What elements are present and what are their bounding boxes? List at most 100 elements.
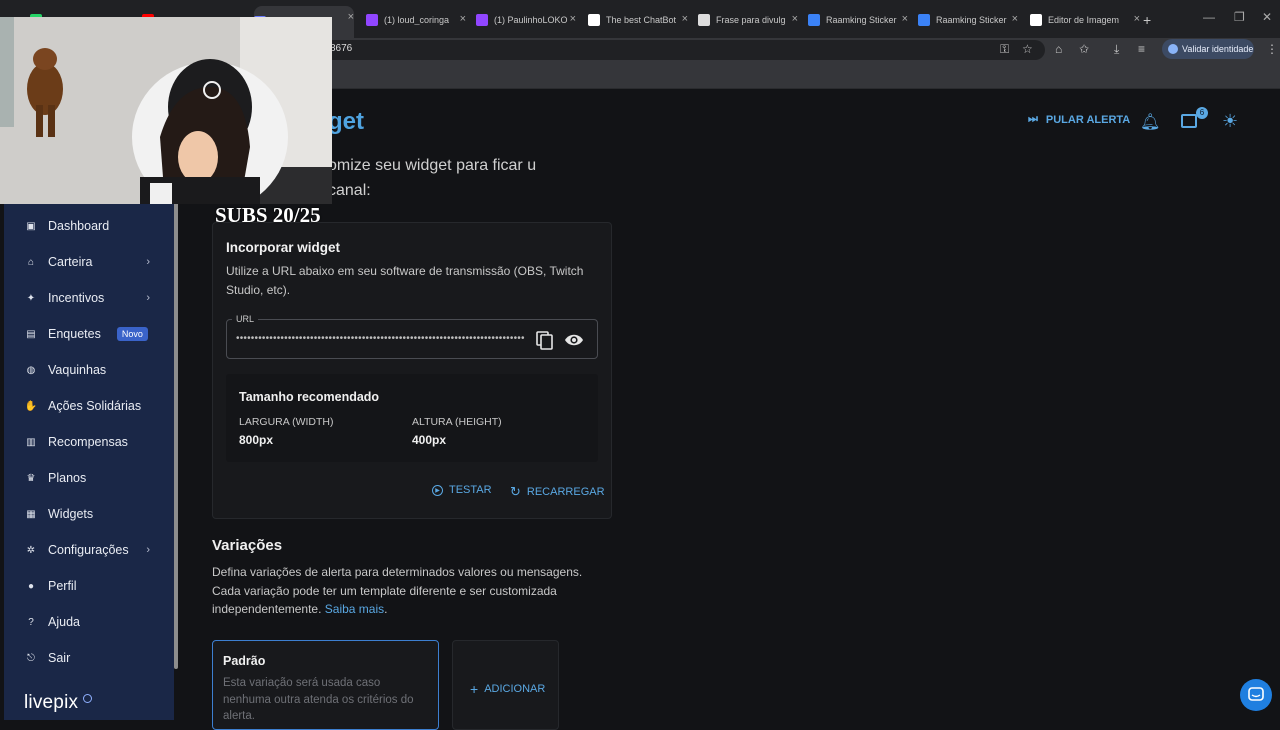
openai-icon [698, 14, 710, 26]
sidebar-item-label: Recompensas [48, 435, 128, 449]
browser-tab[interactable]: (1) loud_coringa × [366, 8, 466, 32]
notification-badge: 6 [1196, 107, 1208, 119]
embed-title: Incorporar widget [226, 240, 341, 255]
sidebar-item-perfil[interactable]: ● Perfil [4, 571, 174, 601]
browser-tab[interactable]: Frase para divulg × [698, 8, 798, 32]
page-description-text: omize seu widget para ficar u canal: [328, 157, 537, 199]
browser-tab[interactable]: (1) PaulinhoLOKO × [476, 8, 576, 32]
minimize-icon[interactable]: — [1203, 10, 1215, 24]
theme-toggle-sun-icon[interactable]: ☀ [1222, 111, 1238, 132]
url-label: URL [232, 314, 259, 324]
gift-icon: ▥ [26, 436, 36, 448]
browser-tab-title: Editor de Imagem [1048, 15, 1120, 25]
sidebar-item-enquetes[interactable]: ▤ Enquetes Novo [4, 319, 174, 349]
logo-mark-icon [83, 694, 92, 703]
chevron-right-icon: › [146, 256, 150, 268]
favorites-icon[interactable]: ✩ [1079, 42, 1089, 56]
test-button[interactable]: ▶ TESTAR [432, 484, 492, 496]
user-icon: ● [27, 580, 35, 592]
twitch-icon [366, 14, 378, 26]
close-tab-icon[interactable]: × [570, 13, 576, 25]
gif-icon [918, 14, 930, 26]
more-menu-icon[interactable]: ⋮ [1266, 42, 1278, 56]
variations-description-text: Defina variações de alerta para determin… [212, 565, 583, 616]
sidebar-item-a-es-solid-rias[interactable]: ✋ Ações Solidárias [4, 391, 174, 421]
close-tab-icon[interactable]: × [348, 11, 354, 23]
verify-identity-button[interactable]: Validar identidade [1162, 39, 1254, 59]
sidebar-item-carteira[interactable]: ⌂ Carteira › [4, 247, 174, 277]
url-text[interactable]: 8676 [330, 43, 352, 54]
browser-tab-title: Raamking Sticker [936, 15, 1007, 25]
key-icon[interactable]: ⚿ [1000, 42, 1009, 57]
browser-tab-title: Frase para divulg [716, 15, 786, 25]
logout-icon: ⎋ [27, 652, 35, 664]
photopea-icon [1030, 14, 1042, 26]
sidebar-item-configura-es[interactable]: ✲ Configurações › [4, 535, 174, 565]
sidebar-item-planos[interactable]: ♛ Planos [4, 463, 174, 493]
height-label: ALTURA (HEIGHT) [412, 416, 502, 428]
sidebar-item-dashboard[interactable]: ▣ Dashboard [4, 211, 174, 241]
extension-icon[interactable]: ⌂ [1055, 42, 1062, 56]
sidebar-item-widgets[interactable]: ▦ Widgets [4, 499, 174, 529]
restore-icon[interactable]: ❐ [1234, 10, 1245, 24]
reload-icon: ↻ [510, 484, 521, 499]
chatbot-icon [588, 14, 600, 26]
eye-icon[interactable] [564, 331, 584, 349]
close-window-icon[interactable]: ✕ [1262, 10, 1272, 24]
browser-tab[interactable]: The best ChatBot × [588, 8, 688, 32]
address-bar[interactable] [300, 40, 1045, 60]
browser-tab-title: Raamking Sticker [826, 15, 897, 25]
download-icon[interactable]: ⤓ [1114, 42, 1119, 57]
sidebar-item-vaquinhas[interactable]: ◍ Vaquinhas [4, 355, 174, 385]
sidebar-item-sair[interactable]: ⎋ Sair [4, 643, 174, 673]
bank-icon: ⌂ [27, 256, 35, 268]
browser-tab[interactable]: Raamking Sticker × [918, 8, 1018, 32]
sidebar-item-label: Widgets [48, 507, 94, 521]
close-tab-icon[interactable]: × [682, 13, 688, 25]
verify-identity-label: Validar identidade [1182, 44, 1254, 54]
support-chat-button[interactable] [1240, 679, 1272, 711]
sidebar-item-label: Perfil [48, 579, 77, 593]
sparkle-icon: ✦ [26, 292, 36, 304]
sidebar-item-label: Enquetes [48, 327, 101, 341]
add-variation-button[interactable]: + ADICIONAR [470, 681, 545, 697]
skip-alert-button[interactable]: ⏭ PULAR ALERTA [1028, 113, 1130, 126]
sidebar-item-recompensas[interactable]: ▥ Recompensas [4, 427, 174, 457]
url-input-masked[interactable]: ••••••••••••••••••••••••••••••••••••••••… [236, 333, 528, 344]
gift-box-icon[interactable] [1181, 114, 1197, 128]
sidebar-item-ajuda[interactable]: ? Ajuda [4, 607, 174, 637]
test-label: TESTAR [449, 484, 492, 496]
close-tab-icon[interactable]: × [902, 13, 908, 25]
close-tab-icon[interactable]: × [1134, 13, 1140, 25]
close-tab-icon[interactable]: × [460, 13, 466, 25]
livepix-logo: livepix [24, 692, 79, 713]
webcam-picture [0, 17, 332, 204]
subs-counter-overlay: SUBS 20/25 [215, 203, 321, 227]
default-variation-title: Padrão [223, 654, 266, 668]
variations-description: Defina variações de alerta para determin… [212, 563, 602, 619]
play-circle-icon: ▶ [432, 484, 443, 496]
new-tab-button[interactable]: + [1143, 8, 1157, 32]
sidebar-item-label: Carteira [48, 255, 93, 269]
page-description: omize seu widget para ficar u canal: [328, 153, 548, 203]
close-tab-icon[interactable]: × [792, 13, 798, 25]
page-title: get [328, 108, 364, 135]
reload-button[interactable]: ↻ RECARREGAR [510, 484, 605, 500]
browser-tab-title: (1) loud_coringa [384, 15, 450, 25]
playlist-icon[interactable]: ≡ [1138, 42, 1145, 56]
sidebar-item-incentivos[interactable]: ✦ Incentivos › [4, 283, 174, 313]
widget-icon: ▦ [26, 508, 36, 520]
browser-tab[interactable]: Raamking Sticker × [808, 8, 908, 32]
copy-icon[interactable] [536, 330, 554, 350]
dashboard-icon: ▣ [26, 220, 36, 232]
chat-icon [1248, 687, 1264, 701]
new-badge: Novo [116, 327, 148, 341]
sidebar-item-label: Ações Solidárias [48, 399, 142, 413]
bell-icon[interactable]: 🔔︎ [1140, 112, 1160, 132]
bookmark-star-icon[interactable]: ☆ [1022, 42, 1033, 56]
browser-tab[interactable]: Editor de Imagem × [1030, 8, 1140, 32]
learn-more-link[interactable]: Saiba mais [325, 602, 384, 616]
webcam-overlay [0, 17, 332, 204]
close-tab-icon[interactable]: × [1012, 13, 1018, 25]
profile-icon [1168, 44, 1178, 54]
